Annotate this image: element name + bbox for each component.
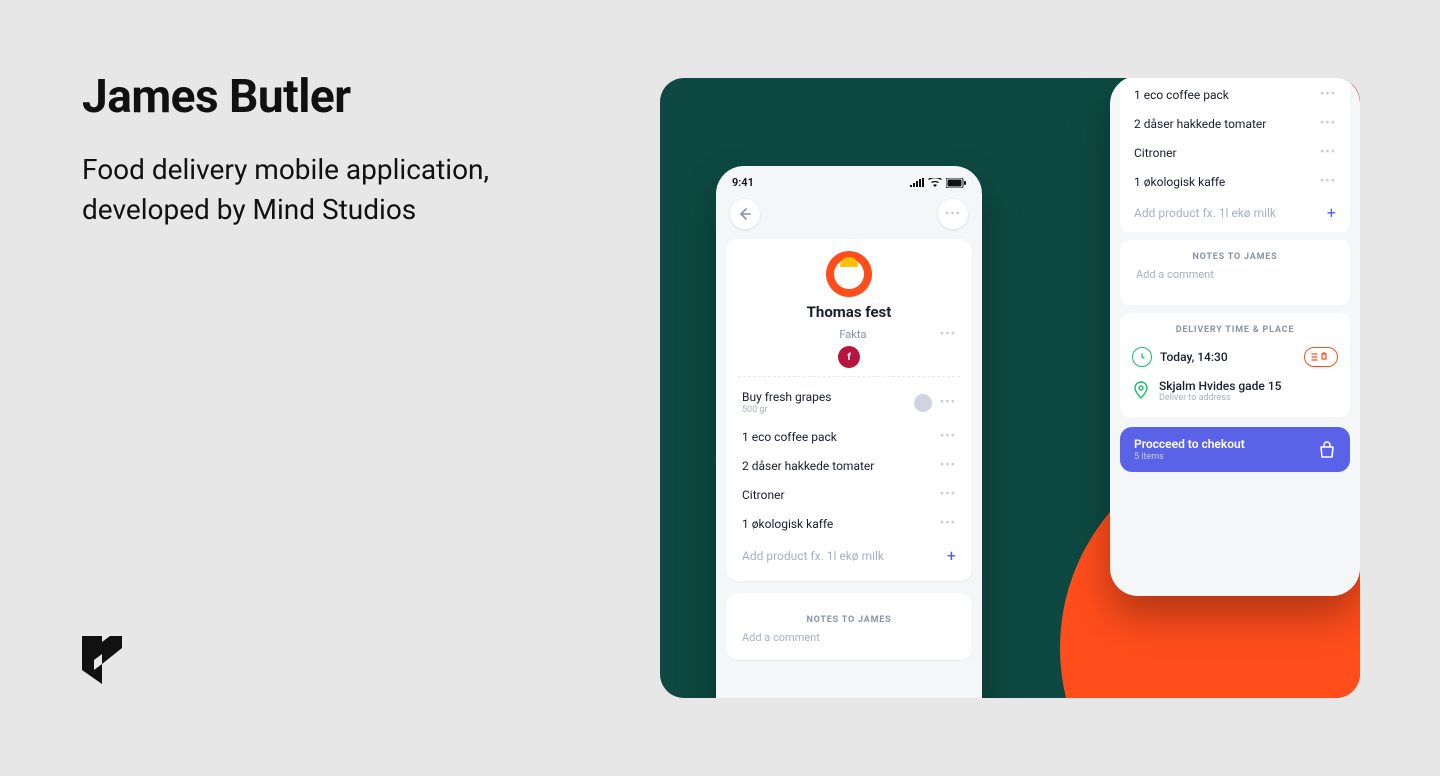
- phone-mock-right: 1 eco coffee pack ••• 2 dåser hakkede to…: [1110, 78, 1360, 596]
- item-more-icon[interactable]: •••: [1320, 145, 1336, 160]
- notes-section-title: NOTES TO JAMES: [726, 605, 972, 631]
- signal-icon: [910, 178, 924, 187]
- list-item[interactable]: Buy fresh grapes 500 gr •••: [726, 383, 972, 422]
- item-name: 1 eco coffee pack: [742, 430, 837, 444]
- item-name: 1 eco coffee pack: [1134, 88, 1229, 102]
- showcase-panel: 9:41 ••• Thomas fest: [660, 78, 1360, 698]
- back-arrow-icon: [739, 208, 751, 220]
- butler-avatar: [826, 251, 872, 297]
- item-name: 2 dåser hakkede tomater: [742, 459, 874, 473]
- showcase-stage: James Butler Food delivery mobile applic…: [0, 0, 1440, 776]
- store-badge: f: [838, 346, 860, 368]
- add-product-row[interactable]: Add product fx. 1l ekø milk +: [726, 538, 972, 575]
- item-detail: 500 gr: [742, 405, 831, 415]
- delivery-mode-icon[interactable]: [1304, 347, 1338, 367]
- product-subtitle: Food delivery mobile application, develo…: [82, 150, 502, 230]
- more-button[interactable]: •••: [938, 199, 968, 229]
- battery-icon: [946, 178, 966, 188]
- phone-mock-left: 9:41 ••• Thomas fest: [716, 166, 982, 698]
- top-bar: •••: [716, 193, 982, 239]
- item-name: 1 økologisk kaffe: [1134, 175, 1225, 189]
- bag-icon: [1318, 441, 1336, 459]
- plus-icon: +: [1327, 203, 1336, 222]
- delivery-address-sub: Deliver to address: [1159, 393, 1281, 403]
- item-more-icon[interactable]: •••: [1320, 116, 1336, 131]
- delivery-address-row[interactable]: Skjalm Hvides gade 15 Deliver to address: [1120, 373, 1350, 409]
- checkout-label: Procceed to chekout: [1134, 437, 1245, 451]
- status-icons: [910, 178, 966, 188]
- back-button[interactable]: [730, 199, 760, 229]
- item-name: Citroner: [742, 488, 785, 502]
- clock-icon: [1132, 347, 1152, 367]
- item-more-icon[interactable]: •••: [1320, 174, 1336, 189]
- item-more-icon[interactable]: •••: [1320, 87, 1336, 102]
- dots-icon: •••: [945, 207, 961, 222]
- items-card: 1 eco coffee pack ••• 2 dåser hakkede to…: [1120, 78, 1350, 232]
- mind-studios-logo: [82, 636, 122, 684]
- notes-section-title: NOTES TO JAMES: [1120, 242, 1350, 268]
- add-product-row[interactable]: Add product fx. 1l ekø milk +: [1120, 196, 1350, 230]
- notes-placeholder[interactable]: Add a comment: [1120, 268, 1350, 291]
- item-more-icon[interactable]: •••: [940, 458, 956, 473]
- delivery-section-title: DELIVERY TIME & PLACE: [1120, 315, 1350, 341]
- list-name: Thomas fest: [726, 303, 972, 321]
- notes-card: NOTES TO JAMES Add a comment: [726, 593, 972, 660]
- list-item[interactable]: Citroner •••: [1120, 138, 1350, 167]
- item-more-icon[interactable]: •••: [940, 516, 956, 531]
- delivery-time: Today, 14:30: [1160, 350, 1228, 364]
- list-item[interactable]: 2 dåser hakkede tomater •••: [1120, 109, 1350, 138]
- divider: [738, 376, 960, 377]
- list-item[interactable]: 1 økologisk kaffe •••: [1120, 167, 1350, 196]
- checkout-button[interactable]: Procceed to chekout 5 items: [1120, 427, 1350, 472]
- delivery-time-row[interactable]: Today, 14:30: [1120, 341, 1350, 373]
- item-more-icon[interactable]: •••: [940, 429, 956, 444]
- pin-icon: [1133, 381, 1151, 401]
- delivery-address: Skjalm Hvides gade 15: [1159, 379, 1281, 393]
- store-row: Fakta •••: [726, 321, 972, 342]
- add-product-placeholder: Add product fx. 1l ekø milk: [742, 549, 884, 563]
- product-title: James Butler: [82, 70, 351, 124]
- item-more-icon[interactable]: •••: [940, 395, 956, 410]
- item-name: 1 økologisk kaffe: [742, 517, 833, 531]
- list-item[interactable]: 1 eco coffee pack •••: [726, 422, 972, 451]
- delivery-card: DELIVERY TIME & PLACE Today, 14:30: [1120, 313, 1350, 417]
- list-item[interactable]: 2 dåser hakkede tomater •••: [726, 451, 972, 480]
- notes-placeholder[interactable]: Add a comment: [726, 631, 972, 654]
- add-product-placeholder: Add product fx. 1l ekø milk: [1134, 206, 1276, 220]
- notes-card: NOTES TO JAMES Add a comment: [1120, 240, 1350, 305]
- list-item[interactable]: Citroner •••: [726, 480, 972, 509]
- item-name: Citroner: [1134, 146, 1177, 160]
- status-time: 9:41: [732, 176, 754, 189]
- item-name: Buy fresh grapes: [742, 390, 831, 404]
- item-name: 2 dåser hakkede tomater: [1134, 117, 1266, 131]
- status-bar: 9:41: [716, 166, 982, 193]
- checkout-sub: 5 items: [1134, 452, 1245, 462]
- plus-icon: +: [947, 546, 956, 565]
- store-name: Fakta: [754, 328, 952, 341]
- wifi-icon: [928, 178, 942, 187]
- list-item[interactable]: 1 økologisk kaffe •••: [726, 509, 972, 538]
- item-more-icon[interactable]: •••: [940, 487, 956, 502]
- list-item[interactable]: 1 eco coffee pack •••: [1120, 80, 1350, 109]
- assignee-avatar: [914, 394, 932, 412]
- list-header-card: Thomas fest Fakta ••• f Buy fresh grapes…: [726, 239, 972, 581]
